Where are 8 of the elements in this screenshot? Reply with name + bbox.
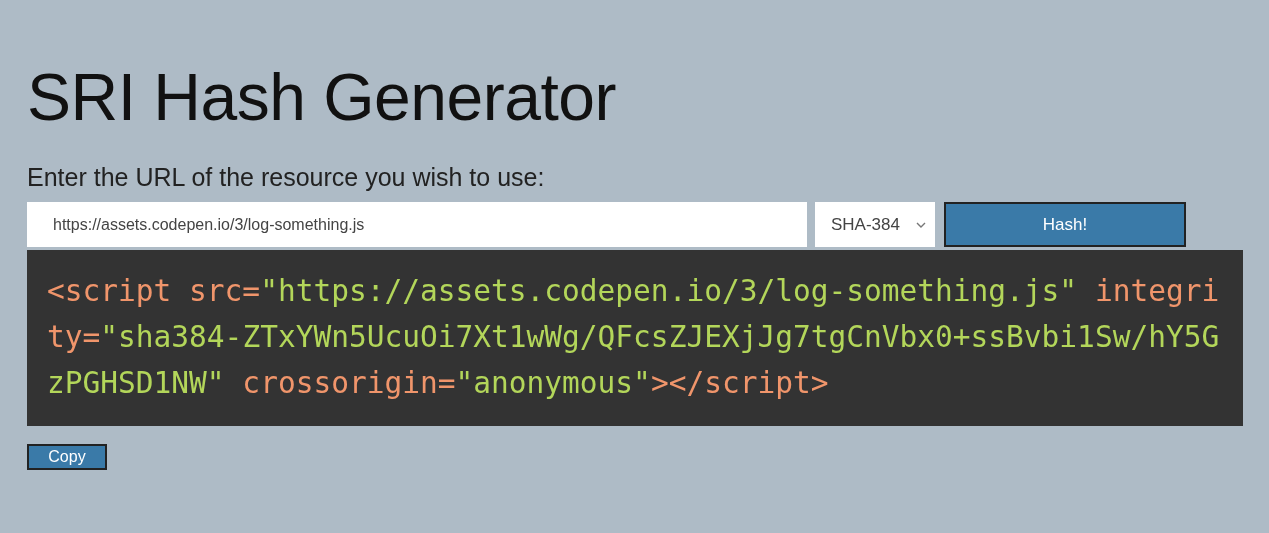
algorithm-select[interactable]: SHA-384 — [815, 202, 935, 248]
chevron-down-icon — [915, 220, 927, 229]
code-snippet: <script src="https://assets.codepen.io/3/log-something.js" integrity="sha384-ZTxYWn5UcuOi7Xt1wWg/QFcsZJEXjJg7tgCnVbx0+ssBvbi1Sw/hY5GzPGHSD1NW" crossorigin="anonymous"></script> — [27, 250, 1243, 427]
page-title: SRI Hash Generator — [27, 59, 617, 136]
hash-button[interactable]: Hash! — [944, 202, 1186, 248]
url-input[interactable]: https://assets.codepen.io/3/log-something.js — [27, 202, 807, 248]
copy-button[interactable]: Copy — [27, 444, 107, 471]
url-label: Enter the URL of the resource you wish to use: — [27, 163, 546, 193]
